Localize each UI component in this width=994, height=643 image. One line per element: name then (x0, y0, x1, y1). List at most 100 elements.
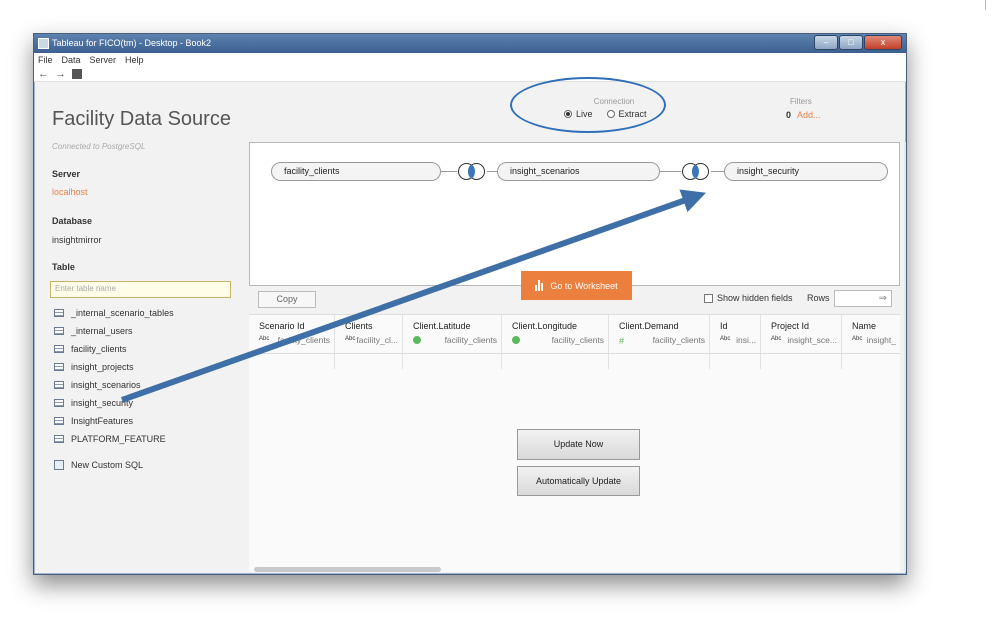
column-source-table: facility_clients (277, 335, 330, 345)
menu-server[interactable]: Server (90, 53, 117, 67)
table-icon (54, 327, 64, 335)
window-title: Tableau for FICO(tm) - Desktop - Book2 (52, 38, 212, 48)
table-search-input[interactable]: Enter table name (50, 281, 231, 298)
app-window: Tableau for FICO(tm) - Desktop - Book2 –… (33, 33, 907, 575)
filters-add-link[interactable]: Add... (797, 110, 821, 120)
table-label: Table (52, 262, 75, 272)
update-now-button[interactable]: Update Now (517, 429, 640, 460)
table-item[interactable]: insight_projects (54, 358, 174, 376)
vertical-scrollbar[interactable] (904, 142, 906, 572)
column-type-icon: Abc (852, 336, 863, 342)
table-item-label: insight_projects (71, 362, 134, 372)
join-icon[interactable] (457, 162, 487, 181)
table-item-label: PLATFORM_FEATURE (71, 434, 166, 444)
column-header[interactable]: Clients Abc facility_cl... (335, 315, 403, 369)
show-hidden-fields[interactable]: Show hidden fields (704, 293, 793, 303)
server-label: Server (52, 169, 81, 179)
table-item[interactable]: insight_security (54, 394, 174, 412)
join-canvas[interactable]: facility_clients insight_scenarios insig… (249, 142, 900, 286)
table-item-label: InsightFeatures (71, 416, 134, 426)
column-name: Client.Demand (619, 321, 679, 331)
maximize-button[interactable]: □ (839, 35, 863, 50)
rows-input[interactable]: ⇒ (834, 290, 892, 307)
forward-arrow-icon[interactable]: → (55, 67, 66, 81)
join-line (711, 171, 724, 172)
column-type-icon: Abc (345, 336, 356, 342)
table-item[interactable]: _internal_scenario_tables (54, 304, 174, 322)
table-item-label: insight_scenarios (71, 380, 141, 390)
table-item[interactable]: facility_clients (54, 340, 174, 358)
column-header[interactable]: Name Abc insight_ (842, 315, 900, 369)
table-item[interactable]: insight_scenarios (54, 376, 174, 394)
globe-icon (512, 336, 520, 346)
arrow-right-icon[interactable]: ⇒ (879, 293, 887, 304)
go-to-worksheet-button[interactable]: Go to Worksheet (521, 271, 632, 300)
save-icon[interactable] (72, 69, 82, 79)
server-value[interactable]: localhost (52, 187, 88, 197)
horizontal-scrollbar[interactable] (254, 567, 441, 572)
globe-icon (413, 336, 421, 346)
column-header[interactable]: Client.Latitude facility_clients (403, 315, 502, 369)
table-item[interactable]: PLATFORM_FEATURE (54, 430, 174, 448)
toolbar: ← → (34, 67, 906, 82)
table-icon (54, 309, 64, 317)
window-controls: – □ x (814, 35, 902, 50)
join-table-insight-security[interactable]: insight_security (724, 162, 888, 181)
menu-file[interactable]: File (38, 53, 53, 67)
close-button[interactable]: x (864, 35, 902, 50)
table-item-label: _internal_users (71, 326, 133, 336)
column-source-table: insight_sce... (787, 335, 837, 345)
menu-help[interactable]: Help (125, 53, 144, 67)
join-line (660, 171, 681, 172)
column-header[interactable]: Client.Longitude facility_clients (502, 315, 609, 369)
join-overlap (468, 165, 475, 178)
column-source-table: facility_clients (444, 335, 497, 345)
rows-label: Rows (807, 293, 830, 303)
automatically-update-button[interactable]: Automatically Update (517, 466, 640, 496)
column-name: Client.Longitude (512, 321, 578, 331)
minimize-button[interactable]: – (814, 35, 838, 50)
filters-count: 0 (786, 110, 792, 120)
column-source-table: insi... (736, 335, 756, 345)
database-value[interactable]: insightmirror (52, 235, 102, 245)
table-item[interactable]: InsightFeatures (54, 412, 174, 430)
annotation-highlight-ellipse (510, 77, 666, 133)
column-name: Scenario Id (259, 321, 305, 331)
data-source-title[interactable]: Facility Data Source (52, 108, 231, 131)
column-header[interactable]: Project Id Abc insight_sce... (761, 315, 842, 369)
column-type-icon: Abc (771, 336, 782, 342)
column-header[interactable]: Scenario Id Abc facility_clients (249, 315, 335, 369)
table-item-label: insight_security (71, 398, 134, 408)
table-item-label: _internal_scenario_tables (71, 308, 174, 318)
menu-bar: File Data Server Help (34, 53, 906, 67)
header-divider (249, 353, 900, 354)
column-source-table: facility_clients (551, 335, 604, 345)
column-source-table: facility_cl... (356, 335, 398, 345)
join-overlap (692, 165, 699, 178)
table-item-label: facility_clients (71, 344, 127, 354)
column-header[interactable]: Id Abc insi... (710, 315, 761, 369)
column-header[interactable]: Client.Demand # facility_clients (609, 315, 710, 369)
column-source-table: facility_clients (652, 335, 705, 345)
edge-tick (985, 0, 986, 10)
new-custom-sql[interactable]: New Custom SQL (54, 456, 174, 474)
column-name: Clients (345, 321, 373, 331)
table-item[interactable]: _internal_users (54, 322, 174, 340)
back-arrow-icon[interactable]: ← (38, 67, 49, 81)
copy-button[interactable]: Copy (258, 291, 316, 308)
checkbox[interactable] (704, 293, 713, 303)
column-type-icon: Abc (259, 336, 270, 342)
data-grid: Scenario Id Abc facility_clients Clients… (249, 314, 900, 572)
table-icon (54, 381, 64, 389)
table-icon (54, 417, 64, 425)
menu-data[interactable]: Data (62, 53, 81, 67)
column-name: Project Id (771, 321, 810, 331)
bar-chart-icon (535, 280, 545, 291)
go-to-worksheet-label: Go to Worksheet (550, 280, 618, 291)
join-icon[interactable] (681, 162, 711, 181)
column-name: Name (852, 321, 877, 331)
join-line (487, 171, 497, 172)
join-table-facility-clients[interactable]: facility_clients (271, 162, 441, 181)
join-table-insight-scenarios[interactable]: insight_scenarios (497, 162, 660, 181)
column-type-icon: Abc (720, 336, 731, 342)
